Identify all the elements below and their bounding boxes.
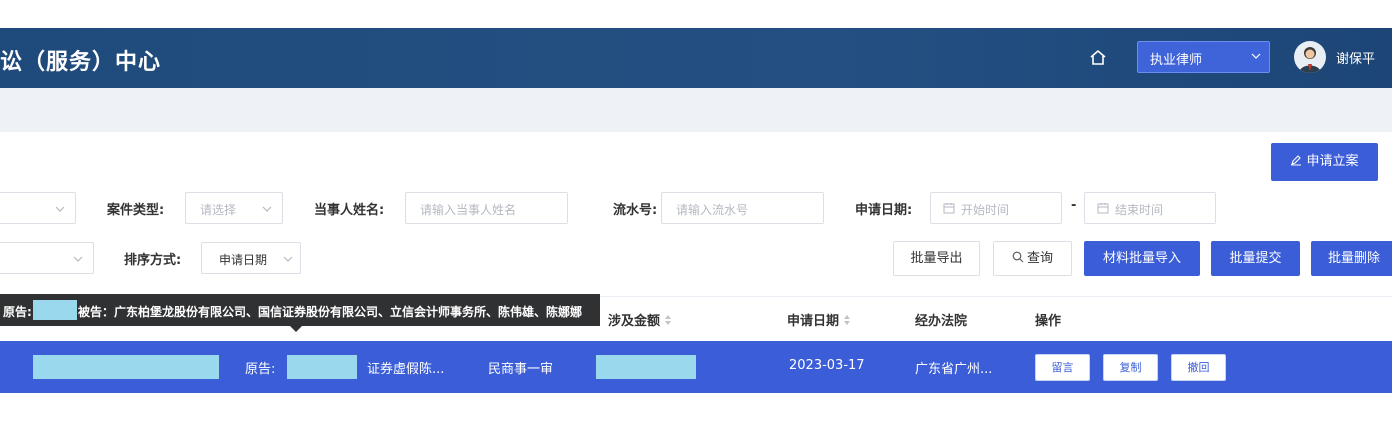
cell-procedure: 民商事一审 (488, 362, 554, 377)
date-separator: - (1071, 198, 1077, 213)
start-date-input[interactable]: 开始时间 (930, 192, 1062, 224)
edit-icon (1291, 155, 1302, 166)
party-name-placeholder: 请输入当事人姓名 (420, 203, 517, 217)
column-date[interactable]: 申请日期 (787, 310, 851, 329)
case-type-select[interactable]: 请选择 (185, 192, 283, 224)
case-type-label: 案件类型: (107, 203, 165, 218)
redacted-mask (33, 300, 77, 320)
withdraw-button[interactable]: 撤回 (1171, 354, 1226, 381)
search-icon (1012, 251, 1024, 263)
column-date-label: 申请日期 (787, 314, 840, 329)
party-tooltip: 原告: 被告：广东柏堡龙股份有限公司、国信证券股份有限公司、立信会计师事务所、陈… (0, 294, 600, 332)
party-name-input[interactable]: 请输入当事人姓名 (405, 192, 568, 224)
cell-party: 原告: (245, 362, 276, 377)
apply-date-label: 申请日期: (855, 203, 913, 218)
apply-case-label: 申请立案 (1306, 154, 1359, 169)
redacted-mask (596, 355, 696, 379)
start-date-placeholder: 开始时间 (961, 203, 1010, 217)
message-button[interactable]: 留言 (1035, 354, 1090, 381)
chevron-down-icon (262, 206, 272, 212)
apply-case-button[interactable]: 申请立案 (1271, 143, 1378, 181)
column-ops: 操作 (1035, 314, 1062, 329)
batch-submit-button[interactable]: 批量提交 (1211, 241, 1300, 276)
tooltip-defendant: 被告：广东柏堡龙股份有限公司、国信证券股份有限公司、立信会计师事务所、陈伟雄、陈… (78, 305, 583, 319)
chevron-down-icon (283, 256, 293, 262)
batch-import-label: 材料批量导入 (1102, 251, 1181, 266)
cell-date: 2023-03-17 (789, 358, 865, 373)
chevron-down-icon (73, 256, 83, 262)
copy-button[interactable]: 复制 (1103, 354, 1158, 381)
sort-select[interactable]: 申请日期 (201, 242, 301, 274)
tooltip-plaintiff: 原告: (3, 305, 32, 319)
breadcrumb-bar (0, 88, 1392, 132)
column-amount-label: 涉及金额 (608, 314, 661, 329)
batch-export-label: 批量导出 (910, 251, 963, 266)
page-title: 讼（服务）中心 (0, 50, 162, 75)
query-button[interactable]: 查询 (993, 241, 1072, 276)
role-select[interactable]: 执业律师 (1137, 41, 1270, 73)
sort-value: 申请日期 (219, 253, 268, 267)
redacted-mask (287, 355, 357, 379)
user-avatar-icon (1299, 47, 1321, 73)
batch-export-button[interactable]: 批量导出 (893, 241, 980, 276)
calendar-icon (1097, 203, 1109, 214)
app-header: 讼（服务）中心 执业律师 谢保平 (0, 28, 1392, 88)
calendar-icon (943, 203, 955, 214)
sort-icon[interactable] (843, 314, 851, 326)
batch-delete-label: 批量删除 (1327, 251, 1380, 266)
case-type-placeholder: 请选择 (200, 203, 237, 217)
column-court: 经办法院 (915, 314, 968, 329)
chevron-down-icon (1251, 53, 1261, 59)
home-icon[interactable] (1088, 48, 1108, 68)
batch-delete-button[interactable]: 批量删除 (1311, 241, 1392, 276)
chevron-down-icon (55, 206, 65, 212)
user-name[interactable]: 谢保平 (1336, 48, 1375, 67)
sort-label: 排序方式: (124, 253, 182, 268)
status-select[interactable] (0, 192, 76, 224)
party-name-label: 当事人姓名: (314, 203, 385, 218)
avatar[interactable] (1294, 41, 1326, 73)
serial-placeholder: 请输入流水号 (676, 203, 749, 217)
end-date-placeholder: 结束时间 (1115, 203, 1164, 217)
column-amount[interactable]: 涉及金额 (608, 310, 672, 329)
role-select-value: 执业律师 (1150, 53, 1203, 68)
cell-court: 广东省广州... (915, 362, 993, 377)
cell-cause: 证券虚假陈... (367, 362, 445, 377)
batch-submit-label: 批量提交 (1229, 251, 1282, 266)
batch-import-button[interactable]: 材料批量导入 (1084, 241, 1200, 276)
serial-input[interactable]: 请输入流水号 (661, 192, 824, 224)
court-select[interactable] (0, 242, 94, 274)
query-label: 查询 (1026, 251, 1053, 266)
redacted-mask (33, 355, 219, 379)
end-date-input[interactable]: 结束时间 (1084, 192, 1216, 224)
serial-label: 流水号: (613, 203, 658, 218)
tooltip-arrow (290, 326, 302, 332)
sort-icon[interactable] (664, 314, 672, 326)
table-row[interactable]: 原告: 证券虚假陈... 民商事一审 2023-03-17 广东省广州... 留… (0, 341, 1392, 393)
